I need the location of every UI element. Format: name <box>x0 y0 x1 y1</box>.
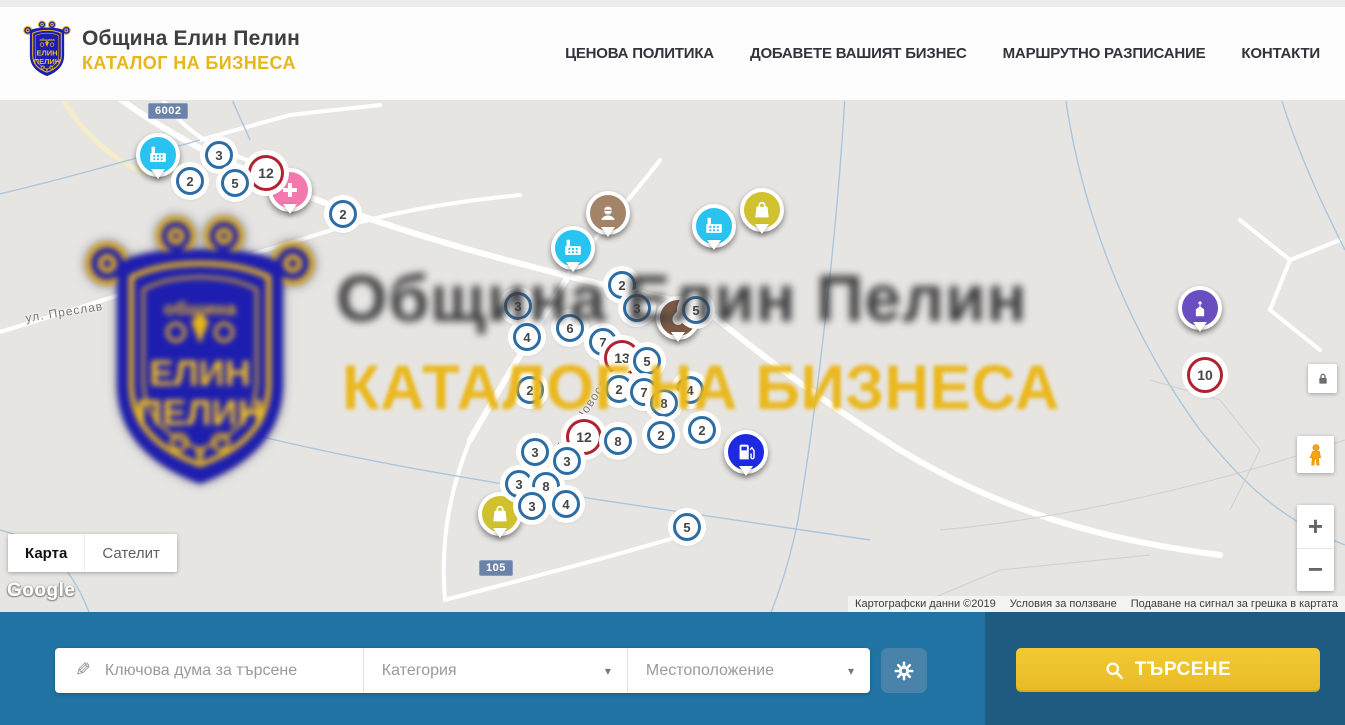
map-attribution: Картографски данни ©2019 Условия за полз… <box>848 596 1345 612</box>
cluster-marker[interactable]: 2 <box>688 416 716 444</box>
map-type-control: Карта Сателит <box>8 534 177 572</box>
search-panel: ✎ Категория ▾ Местоположение ▾ <box>55 648 870 693</box>
report-error-link[interactable]: Подаване на сигнал за грешка в картата <box>1124 597 1345 611</box>
chevron-down-icon: ▾ <box>605 664 611 678</box>
worker-marker[interactable] <box>586 191 630 235</box>
svg-text:ЕЛИН: ЕЛИН <box>36 49 57 58</box>
search-button-label: ТЪРСЕНЕ <box>1135 659 1232 681</box>
zoom-in-button[interactable]: + <box>1297 505 1334 549</box>
cluster-marker[interactable]: 2 <box>647 421 675 449</box>
cluster-marker[interactable]: 2 <box>516 376 544 404</box>
google-logo[interactable]: Google <box>7 580 75 602</box>
bag-icon <box>751 199 773 221</box>
cluster-marker[interactable]: 10 <box>1187 357 1223 393</box>
cluster-marker[interactable]: 2 <box>605 375 633 403</box>
nav-item[interactable]: КОНТАКТИ <box>1241 45 1320 62</box>
cluster-marker[interactable]: 4 <box>513 323 541 351</box>
map-container[interactable]: 6002 105 ул. Преслав бул. „Новосел 32125… <box>0 100 1345 612</box>
search-button[interactable]: ТЪРСЕНЕ <box>1016 648 1320 692</box>
road-badge: 105 <box>479 560 513 576</box>
nav-item[interactable]: ЦЕНОВА ПОЛИТИКА <box>565 45 714 62</box>
cluster-marker[interactable]: 3 <box>623 294 651 322</box>
category-select[interactable]: Категория ▾ <box>364 648 628 693</box>
pegman-icon <box>1304 443 1328 467</box>
street-view-pegman[interactable] <box>1297 436 1334 473</box>
cluster-marker[interactable]: 8 <box>650 389 678 417</box>
location-select-label: Местоположение <box>646 662 774 680</box>
zoom-out-button[interactable]: − <box>1297 549 1334 592</box>
gear-icon <box>892 659 916 683</box>
search-icon <box>1105 661 1124 680</box>
factory-icon <box>562 237 584 259</box>
zoom-control: + − <box>1297 505 1334 591</box>
factory-icon <box>147 144 169 166</box>
road-badge: 6002 <box>148 103 188 119</box>
cluster-marker[interactable]: 4 <box>552 490 580 518</box>
church-icon <box>1189 297 1211 319</box>
bag-marker[interactable] <box>740 188 784 232</box>
svg-text:ПЕЛИН: ПЕЛИН <box>34 57 60 66</box>
site-subtitle: КАТАЛОГ НА БИЗНЕСА <box>82 53 300 74</box>
cluster-marker[interactable]: 3 <box>521 438 549 466</box>
keyword-cell: ✎ <box>55 648 364 693</box>
pencil-icon: ✎ <box>75 659 91 682</box>
cluster-marker[interactable]: 5 <box>633 347 661 375</box>
factory-icon <box>703 215 725 237</box>
cluster-marker[interactable]: 3 <box>518 492 546 520</box>
factory-marker[interactable] <box>136 133 180 177</box>
keyword-input[interactable] <box>103 661 337 681</box>
cluster-marker[interactable]: 5 <box>682 296 710 324</box>
worker-icon <box>597 202 619 224</box>
page: община ЕЛИН ПЕЛИН Община Елин Пелин КАТА… <box>0 0 1345 725</box>
cluster-marker[interactable]: 5 <box>221 169 249 197</box>
cluster-marker[interactable]: 4 <box>676 376 704 404</box>
brand[interactable]: община ЕЛИН ПЕЛИН Община Елин Пелин КАТА… <box>22 18 300 82</box>
map-type-satellite-button[interactable]: Сателит <box>84 534 177 572</box>
factory-marker[interactable] <box>551 226 595 270</box>
location-select[interactable]: Местоположение ▾ <box>628 648 870 693</box>
bag-marker[interactable] <box>478 492 522 536</box>
bag-icon <box>489 503 511 525</box>
cluster-marker[interactable]: 6 <box>556 314 584 342</box>
factory-marker[interactable] <box>692 204 736 248</box>
fuel-marker[interactable] <box>724 430 768 474</box>
advanced-search-button[interactable] <box>881 648 927 693</box>
lock-icon <box>1315 371 1331 387</box>
cluster-marker[interactable]: 3 <box>553 447 581 475</box>
cluster-marker[interactable]: 3 <box>504 292 532 320</box>
cross-icon <box>279 179 301 201</box>
cluster-marker[interactable]: 3 <box>205 141 233 169</box>
terms-link[interactable]: Условия за ползване <box>1003 597 1124 611</box>
main-nav: ЦЕНОВА ПОЛИТИКА ДОБАВЕТЕ ВАШИЯТ БИЗНЕС МАР… <box>565 7 1320 100</box>
nav-item[interactable]: ДОБАВЕТЕ ВАШИЯТ БИЗНЕС <box>750 45 967 62</box>
category-select-label: Категория <box>382 662 457 680</box>
top-strip <box>0 0 1345 7</box>
cluster-marker[interactable]: 12 <box>248 155 284 191</box>
cluster-marker[interactable]: 5 <box>673 513 701 541</box>
chevron-down-icon: ▾ <box>848 664 854 678</box>
cluster-marker[interactable]: 8 <box>604 427 632 455</box>
fuel-icon <box>735 441 757 463</box>
municipality-emblem-logo: община ЕЛИН ПЕЛИН <box>22 18 72 82</box>
cluster-marker[interactable]: 2 <box>329 200 357 228</box>
search-bar: ✎ Категория ▾ Местоположение ▾ <box>0 612 1345 725</box>
attribution-copyright: Картографски данни ©2019 <box>848 597 1003 611</box>
church-marker[interactable] <box>1178 286 1222 330</box>
lock-control[interactable] <box>1308 364 1337 393</box>
cluster-marker[interactable]: 2 <box>176 167 204 195</box>
map-type-map-button[interactable]: Карта <box>8 534 84 572</box>
header: община ЕЛИН ПЕЛИН Община Елин Пелин КАТА… <box>0 7 1345 101</box>
nav-item[interactable]: МАРШРУТНО РАЗПИСАНИЕ <box>1003 45 1206 62</box>
site-title: Община Елин Пелин <box>82 27 300 51</box>
